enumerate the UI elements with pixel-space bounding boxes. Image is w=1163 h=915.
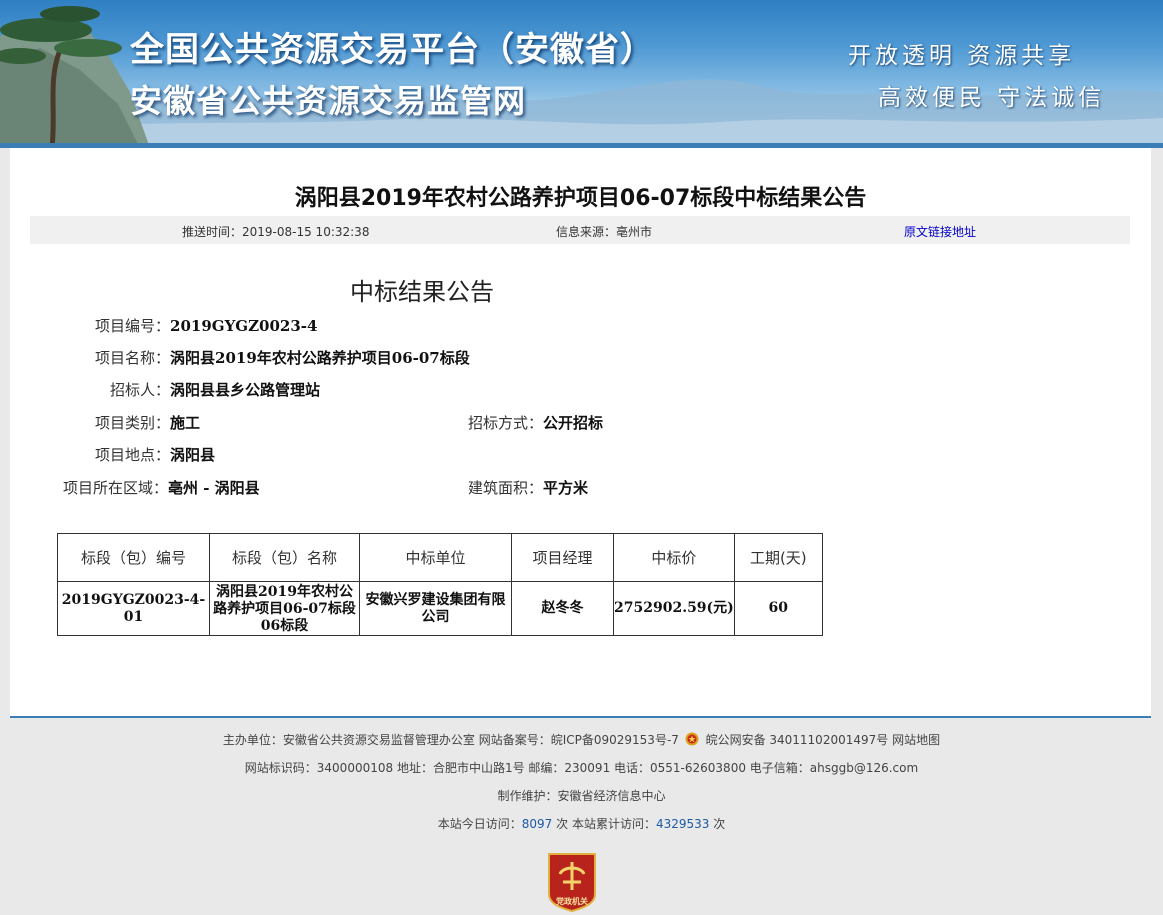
original-link[interactable]: 原文链接地址 xyxy=(904,223,976,240)
field-value: 涡阳县县乡公路管理站 xyxy=(170,381,321,399)
visit-counter: 本站今日访问：8097 次 本站累计访问：4329533 次 xyxy=(0,815,1163,832)
cell-section-name: 涡阳县2019年农村公路养护项目06-07标段06标段 xyxy=(209,581,360,636)
visits-today-unit: 次 本站累计访问： xyxy=(552,817,656,831)
site-subtitle: 安徽省公共资源交易监管网 xyxy=(130,82,527,120)
field-value: 亳州 - 涡阳县 xyxy=(168,479,260,497)
header-price: 中标价 xyxy=(613,533,735,582)
footer-line-3: 制作维护：安徽省经济信息中心 xyxy=(497,789,666,803)
field-category: 项目类别：施工 xyxy=(95,412,200,433)
cell-section-no: 2019GYGZ0023-4-01 xyxy=(57,581,210,636)
card-bottom-border xyxy=(10,716,1151,718)
field-value: 涡阳县 xyxy=(170,446,216,464)
field-label: 项目所在区域： xyxy=(63,479,169,497)
field-value: 施工 xyxy=(170,414,201,432)
field-location: 项目地点：涡阳县 xyxy=(95,444,215,465)
header-winner: 中标单位 xyxy=(359,533,512,582)
header-section-name: 标段（包）名称 xyxy=(209,533,360,582)
field-label: 项目编号： xyxy=(95,317,171,335)
cell-winner: 安徽兴罗建设集团有限公司 xyxy=(359,581,512,636)
footer-police-record[interactable]: 皖公网安备 34011102001497号 网站地图 xyxy=(706,733,941,747)
field-label: 项目类别： xyxy=(95,414,171,432)
footer-host-icp: 主办单位：安徽省公共资源交易监督管理办公室 网站备案号：皖ICP备0902915… xyxy=(222,733,679,747)
cell-price: 2752902.59(元) xyxy=(613,581,735,636)
visits-today-count: 8097 xyxy=(521,817,553,831)
table-row: 2019GYGZ0023-4-01 涡阳县2019年农村公路养护项目06-07标… xyxy=(57,581,823,636)
slogan-line2: 高效便民 守法诚信 xyxy=(878,85,1106,111)
cell-duration: 60 xyxy=(733,581,823,636)
field-label: 建筑面积： xyxy=(468,479,544,497)
article-title: 涡阳县2019年农村公路养护项目06-07标段中标结果公告 xyxy=(294,186,867,211)
field-value: 平方米 xyxy=(543,479,589,497)
field-value: 公开招标 xyxy=(543,414,604,432)
visits-today-label: 本站今日访问： xyxy=(437,817,522,831)
cell-manager: 赵冬冬 xyxy=(511,581,614,636)
field-label: 招标人： xyxy=(110,381,171,399)
police-emblem-icon xyxy=(685,732,699,746)
slogan-line1: 开放透明 资源共享 xyxy=(848,43,1076,69)
field-tenderer: 招标人：涡阳县县乡公路管理站 xyxy=(110,379,320,400)
field-label: 项目地点： xyxy=(95,446,171,464)
content-card: 涡阳县2019年农村公路养护项目06-07标段中标结果公告 推送时间：2019-… xyxy=(10,148,1151,716)
visits-total-count: 4329533 xyxy=(655,817,710,831)
result-table: 标段（包）编号 标段（包）名称 中标单位 项目经理 中标价 工期(天) 2019… xyxy=(57,533,823,636)
field-value: 2019GYGZ0023-4 xyxy=(170,317,318,335)
header-manager: 项目经理 xyxy=(511,533,614,582)
site-title: 全国公共资源交易平台（安徽省） xyxy=(130,30,655,70)
footer-line-1: 主办单位：安徽省公共资源交易监督管理办公室 网站备案号：皖ICP备0902915… xyxy=(0,731,1163,748)
field-project-no: 项目编号：2019GYGZ0023-4 xyxy=(95,315,317,336)
visits-total-unit: 次 xyxy=(709,817,726,831)
field-label: 项目名称： xyxy=(95,349,171,367)
push-time: 推送时间：2019-08-15 10:32:38 xyxy=(182,225,370,239)
footer-line-2: 网站标识码：3400000108 地址：合肥市中山路1号 邮编：230091 电… xyxy=(244,761,919,775)
field-region: 项目所在区域：亳州 - 涡阳县 xyxy=(63,477,260,498)
field-project-name: 项目名称：涡阳县2019年农村公路养护项目06-07标段 xyxy=(95,347,470,368)
party-gov-badge-icon[interactable]: 党政机关 xyxy=(545,850,599,912)
badge-text: 党政机关 xyxy=(556,896,588,906)
field-method: 招标方式：公开招标 xyxy=(468,412,603,433)
site-banner: 全国公共资源交易平台（安徽省） 安徽省公共资源交易监管网 开放透明 资源共享 高… xyxy=(0,0,1163,148)
field-area: 建筑面积：平方米 xyxy=(468,477,588,498)
table-header-row: 标段（包）编号 标段（包）名称 中标单位 项目经理 中标价 工期(天) xyxy=(57,533,823,582)
field-label: 招标方式： xyxy=(468,414,544,432)
info-source: 信息来源：亳州市 xyxy=(556,225,653,239)
notice-title: 中标结果公告 xyxy=(350,278,494,306)
field-value: 涡阳县2019年农村公路养护项目06-07标段 xyxy=(170,349,470,367)
header-duration: 工期(天) xyxy=(733,533,823,582)
meta-bar: 推送时间：2019-08-15 10:32:38 信息来源：亳州市 原文链接地址 xyxy=(30,216,1130,244)
header-section-no: 标段（包）编号 xyxy=(57,533,210,582)
